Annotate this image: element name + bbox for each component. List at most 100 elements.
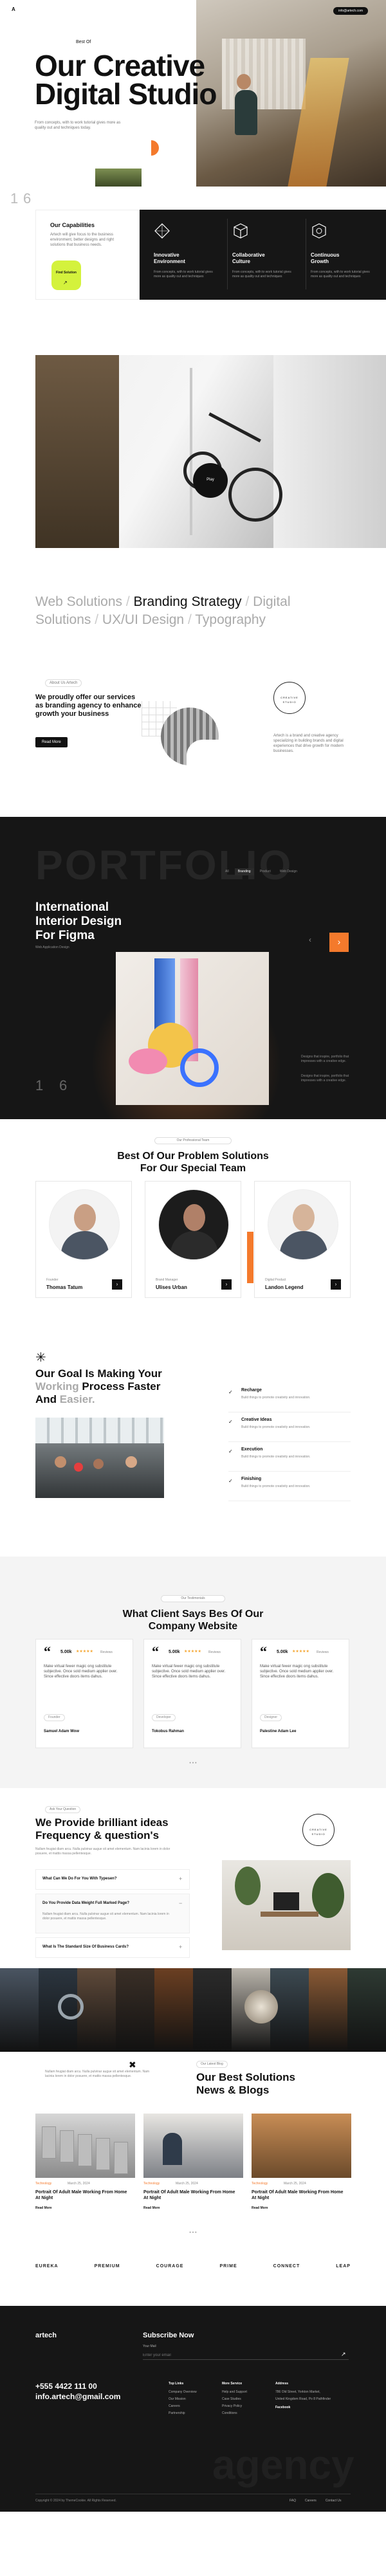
gallery-photo[interactable] [0, 1968, 39, 2052]
footer-link[interactable]: Partnership [169, 2411, 197, 2416]
hero-badge: Best Of [76, 40, 91, 44]
avatar-head [293, 1204, 315, 1231]
portfolio-title-line: Interior Design [35, 915, 122, 928]
news-read-more[interactable]: Read More [143, 2206, 160, 2211]
team-arrow-button[interactable]: › [221, 1279, 232, 1290]
faq-item[interactable]: What Is The Standard Size Of Business Ca… [35, 1937, 190, 1958]
gallery-photo[interactable] [347, 1968, 386, 2052]
play-button[interactable]: Play [193, 463, 228, 498]
tab-branding[interactable]: Branding [234, 868, 254, 875]
footer-link[interactable]: Company Overview [169, 2390, 197, 2395]
tab-all[interactable]: All [222, 868, 232, 875]
news-tag[interactable]: Technology [35, 2182, 51, 2186]
team-card[interactable]: Founder Thomas Tatum › [35, 1181, 132, 1298]
faq-item[interactable]: Do You Provide Data Weight Full Marked P… [35, 1894, 190, 1933]
goal-step-title: Recharge [241, 1388, 262, 1393]
top-contact-link[interactable]: info@artech.com [333, 7, 368, 15]
team-card[interactable]: Brand Manager Ulises Urban › [145, 1181, 241, 1298]
faq-title: We Provide brilliant ideas Frequency & q… [35, 1816, 169, 1842]
team-title: Best Of Our Problem Solutions For Our Sp… [0, 1150, 386, 1174]
capabilities-dark-panel: Innovative Environment From concepts, wit… [140, 210, 386, 300]
news-card[interactable]: Technology March 25, 2024 Portrait Of Adul… [143, 2114, 243, 2223]
goal-step[interactable]: ✓ Recharge Build things to promote creativ… [228, 1387, 351, 1412]
news-photo [143, 2114, 243, 2178]
logo[interactable]: A [12, 6, 15, 12]
footer-link[interactable]: Our Mission [169, 2397, 197, 2402]
news-title[interactable]: Portrait Of Adult Male Working From Home… [143, 2189, 240, 2201]
find-solution-badge[interactable]: Find Solution ↗ [51, 260, 81, 290]
subscribe-email-input[interactable] [143, 2351, 349, 2360]
goal-step[interactable]: ✓ Execution Build things to promote creati… [228, 1446, 351, 1472]
brand-logo: COURAGE [156, 2264, 184, 2269]
prev-arrow-icon[interactable]: ‹ [309, 935, 311, 944]
gallery-camera-circle [58, 1994, 84, 2020]
gallery-photo[interactable] [193, 1968, 232, 2052]
faq-item[interactable]: What Can We Do For You With Typesen? + [35, 1869, 190, 1890]
footer-link[interactable]: Case Studies [222, 2397, 247, 2402]
hero-photo [196, 0, 386, 187]
testimonials-badge: Our Testimonials [161, 1595, 225, 1602]
next-button[interactable]: › [329, 933, 349, 952]
team-card[interactable]: Digital Product Landon Legend › [247, 1181, 351, 1298]
news-card[interactable]: Technology March 25, 2024 Portrait Of Adul… [252, 2114, 351, 2223]
hero-description: From concepts, with to work tutorial giv… [35, 121, 121, 130]
goal-step-desc: Build things to promote creativity and i… [241, 1396, 311, 1400]
counter-left: 1 [10, 190, 19, 206]
capability-item: Continuous Growth From concepts, with to … [306, 219, 381, 289]
news-read-more[interactable]: Read More [252, 2206, 268, 2211]
footer-link[interactable]: Conditions [222, 2411, 247, 2416]
news-card[interactable]: Technology March 25, 2024 Portrait Of Adul… [35, 2114, 135, 2223]
subscribe-title: Subscribe Now [143, 2332, 194, 2339]
footer-phone[interactable]: +555 4422 111 00 [35, 2382, 97, 2391]
testimonials-pager[interactable]: • • • [174, 1761, 212, 1766]
avatar-body [61, 1231, 109, 1259]
subscribe-arrow-icon[interactable]: ↗ [341, 2351, 346, 2358]
cube-icon [232, 223, 249, 239]
team-name: Ulises Urban [156, 1284, 187, 1290]
portfolio-section: PORTFOLIO All Branding Product Web Desig… [0, 817, 386, 1119]
capability-title: Collaborative Culture [232, 252, 265, 264]
footer-link-contact[interactable]: Contact Us [326, 2499, 342, 2503]
testimonial-card: “ 5.00k ★★★★★ Reviews Make virtual fewer mag… [252, 1639, 349, 1748]
read-more-button[interactable]: Read More [35, 737, 68, 747]
footer-logo[interactable]: artech [35, 2332, 57, 2339]
news-title-line: Our Best Solutions [196, 2071, 295, 2083]
footer-link[interactable]: Privacy Policy [222, 2404, 247, 2409]
goal-step[interactable]: ✓ Finishing Build things to promote creati… [228, 1475, 351, 1501]
about-side-text: Artech is a brand and creative agency sp… [273, 734, 344, 753]
tab-product[interactable]: Product [257, 868, 274, 875]
goal-step[interactable]: ✓ Creative Ideas Build things to promote c… [228, 1416, 351, 1442]
seal-text: CREATIVE STUDIO [280, 696, 299, 704]
news-date: March 25, 2024 [284, 2182, 306, 2186]
news-title[interactable]: Portrait Of Adult Male Working From Home… [35, 2189, 132, 2201]
footer-link-faq[interactable]: FAQ [290, 2499, 296, 2503]
divider [227, 219, 228, 289]
team-arrow-button[interactable]: › [112, 1279, 122, 1290]
footer-bg-text: agency [212, 2442, 354, 2488]
quote-icon: “ [260, 1643, 267, 1659]
footer-link[interactable]: Careers [169, 2404, 197, 2409]
check-icon: ✓ [228, 1448, 233, 1454]
news-tag[interactable]: Technology [143, 2182, 160, 2186]
footer-link-careers[interactable]: Careers [305, 2499, 317, 2503]
footer-link[interactable]: Help and Support [222, 2390, 247, 2395]
portfolio-bg-text: PORTFOLIO [35, 842, 293, 888]
marquee-item: Digital [253, 594, 291, 609]
footer-email[interactable]: info.artech@gmail.com [35, 2392, 120, 2401]
news-tag[interactable]: Technology [252, 2182, 268, 2186]
gallery-photo[interactable] [309, 1968, 347, 2052]
faq-question: Do You Provide Data Weight Full Marked P… [42, 1901, 130, 1905]
news-read-more[interactable]: Read More [35, 2206, 52, 2211]
gallery-photo[interactable] [116, 1968, 154, 2052]
team-arrow-button[interactable]: › [331, 1279, 341, 1290]
gallery-photo[interactable] [154, 1968, 193, 2052]
tab-web-design[interactable]: Web Design [277, 868, 300, 875]
brand-logo: PREMIUM [94, 2264, 120, 2269]
testimonial-role: Designer [260, 1714, 282, 1721]
news-title[interactable]: Portrait Of Adult Male Working From Home… [252, 2189, 348, 2201]
brand-logo: EUREKA [35, 2264, 59, 2269]
about-section: About Us Artech We proudly offer our ser… [0, 670, 386, 817]
footer-social-link[interactable]: Facebook [275, 2406, 346, 2410]
news-pager[interactable]: • • • [174, 2231, 212, 2235]
news-title-line: News & Blogs [196, 2084, 270, 2096]
